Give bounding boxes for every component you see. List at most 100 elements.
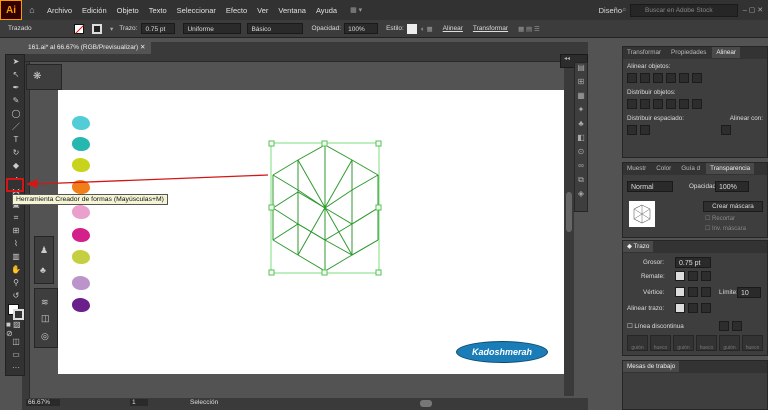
brushes-icon[interactable]: ✦ bbox=[575, 105, 587, 119]
gap-field-3[interactable]: hueco bbox=[742, 335, 763, 351]
color-blob[interactable] bbox=[72, 158, 90, 172]
miter-join-icon[interactable] bbox=[675, 287, 685, 297]
zoom-field[interactable]: 66.67% bbox=[26, 399, 60, 406]
tab-swatches[interactable]: Muestr bbox=[623, 163, 650, 174]
menu-ayuda[interactable]: Ayuda bbox=[311, 6, 342, 15]
spacing-v-icon[interactable] bbox=[627, 125, 637, 135]
dist-hcenter-icon[interactable] bbox=[679, 99, 689, 109]
stock-search-input[interactable]: Buscar en Adobe Stock bbox=[630, 3, 738, 17]
more-tools-icon[interactable]: ··· bbox=[6, 361, 26, 374]
color-blob[interactable] bbox=[72, 116, 90, 130]
square-cap-icon[interactable] bbox=[701, 271, 711, 281]
gap-field-2[interactable]: hueco bbox=[696, 335, 717, 351]
vertical-scroll-thumb[interactable] bbox=[566, 192, 572, 232]
screen-mode-icon[interactable]: ▭ bbox=[6, 348, 26, 361]
menu-seleccionar[interactable]: Seleccionar bbox=[172, 6, 221, 15]
fill-stroke-indicator[interactable] bbox=[6, 302, 26, 322]
artboard-number-field[interactable]: 1 bbox=[130, 399, 148, 406]
round-cap-icon[interactable] bbox=[688, 271, 698, 281]
pen-tool-icon[interactable]: ✒ bbox=[6, 81, 26, 94]
symbol-sprayer-icon[interactable]: ❋ bbox=[33, 71, 41, 82]
workspace-switcher[interactable]: Diseño bbox=[599, 6, 622, 15]
graphic-styles-icon[interactable]: ◧ bbox=[575, 133, 587, 147]
dash-align-icon[interactable] bbox=[732, 321, 742, 331]
stroke-weight-field[interactable]: 0.75 pt bbox=[141, 23, 176, 34]
bevel-join-icon[interactable] bbox=[701, 287, 711, 297]
brush-definition[interactable]: Básico bbox=[247, 23, 304, 34]
dash-field-3[interactable]: guión bbox=[719, 335, 740, 351]
dash-exact-icon[interactable] bbox=[719, 321, 729, 331]
color-blob[interactable] bbox=[72, 276, 90, 290]
links-icon[interactable]: ∞ bbox=[575, 161, 587, 175]
eraser-tool-icon[interactable]: ◆ bbox=[6, 159, 26, 172]
dist-bottom-icon[interactable] bbox=[653, 99, 663, 109]
align-hcenter-icon[interactable] bbox=[640, 73, 650, 83]
selection-handle[interactable] bbox=[375, 269, 382, 276]
mesh-tool-icon[interactable]: ⊞ bbox=[6, 224, 26, 237]
close-tab-icon[interactable]: ✕ bbox=[140, 44, 145, 51]
round-join-icon[interactable] bbox=[688, 287, 698, 297]
selection-tool-icon[interactable]: ➤ bbox=[6, 55, 26, 68]
transform-link[interactable]: Transformar bbox=[473, 25, 508, 32]
dist-top-icon[interactable] bbox=[627, 99, 637, 109]
stroke-dropdown-icon[interactable]: ▾ bbox=[110, 25, 113, 33]
menu-ventana[interactable]: Ventana bbox=[273, 6, 311, 15]
selection-handle[interactable] bbox=[375, 140, 382, 147]
swirl-icon[interactable]: ◎ bbox=[41, 331, 49, 342]
control-options-icon[interactable]: ▦ ▤ ☰ bbox=[518, 25, 540, 33]
stroke-inside-icon[interactable] bbox=[688, 303, 698, 313]
style-swatch[interactable] bbox=[406, 23, 417, 34]
gradient-mesh-icon[interactable]: ◫ bbox=[41, 313, 50, 324]
tab-transparency[interactable]: Transparencia bbox=[706, 163, 755, 174]
tab-stroke[interactable]: ◆ Trazo bbox=[623, 241, 654, 252]
invert-mask-checkbox[interactable]: ☐ Inv. máscara bbox=[705, 225, 746, 232]
tab-transform[interactable]: Transformar bbox=[623, 47, 665, 58]
clip-checkbox[interactable]: ☐ Recortar bbox=[705, 215, 735, 222]
stroke-outside-icon[interactable] bbox=[701, 303, 711, 313]
stroke-weight-input[interactable]: 0.75 pt bbox=[675, 257, 711, 268]
stroke-swatch[interactable] bbox=[92, 23, 102, 34]
document-tab[interactable]: 161.ai* al 66.67% (RGB/Previsualizar) ✕ bbox=[22, 42, 152, 54]
perspective-grid-tool-icon[interactable]: ⌗ bbox=[6, 211, 26, 224]
color-blob[interactable] bbox=[72, 250, 90, 264]
swatches-icon[interactable]: ▦ bbox=[575, 91, 587, 105]
properties-icon[interactable]: ▤ bbox=[575, 63, 587, 77]
tab-properties[interactable]: Propiedades bbox=[667, 47, 710, 58]
recolor-icon[interactable]: ◐ ▦ bbox=[421, 25, 433, 33]
libraries-icon[interactable]: ⊞ bbox=[575, 77, 587, 91]
stroke-indicator[interactable] bbox=[13, 309, 24, 320]
dock-expand-icon[interactable]: ◂◂ bbox=[564, 56, 570, 62]
transparency-opacity-field[interactable]: 100% bbox=[715, 181, 749, 192]
dash-field-1[interactable]: guión bbox=[627, 335, 648, 351]
color-blob[interactable] bbox=[72, 298, 90, 312]
menu-objeto[interactable]: Objeto bbox=[112, 6, 144, 15]
selection-handle[interactable] bbox=[268, 204, 275, 211]
gap-field-1[interactable]: hueco bbox=[650, 335, 671, 351]
stroke-center-icon[interactable] bbox=[675, 303, 685, 313]
paintbrush-tool-icon[interactable]: ／ bbox=[6, 120, 26, 133]
align-bottom-icon[interactable] bbox=[692, 73, 702, 83]
align-vcenter-icon[interactable] bbox=[679, 73, 689, 83]
hand-tool-icon[interactable]: ✋ bbox=[6, 263, 26, 276]
ellipse-tool-icon[interactable]: ◯ bbox=[6, 107, 26, 120]
blend-mode-select[interactable]: Normal bbox=[627, 181, 673, 192]
swap-colors-icon[interactable]: ↺ bbox=[6, 289, 26, 302]
fill-swatch[interactable] bbox=[74, 23, 84, 34]
dashed-line-checkbox[interactable]: ☐ Línea discontinua bbox=[627, 323, 684, 330]
selection-handle[interactable] bbox=[321, 140, 328, 147]
stack-icon[interactable]: ≋ bbox=[41, 297, 49, 308]
zoom-tool-icon[interactable]: ⚲ bbox=[6, 276, 26, 289]
eyedropper-tool-icon[interactable]: ⌇ bbox=[6, 237, 26, 250]
align-left-icon[interactable] bbox=[627, 73, 637, 83]
variable-width-profile[interactable]: Uniforme bbox=[183, 23, 242, 34]
color-mode-icons[interactable]: ■ ▨ ⊘ bbox=[6, 320, 26, 338]
symbols-icon[interactable]: ♣ bbox=[575, 119, 587, 133]
tab-color-guide[interactable]: Guía d bbox=[677, 163, 704, 174]
color-blob[interactable] bbox=[72, 205, 90, 219]
selection-handle[interactable] bbox=[321, 269, 328, 276]
graph-tool-icon[interactable]: ▥ bbox=[6, 250, 26, 263]
selection-handle[interactable] bbox=[375, 204, 382, 211]
spacing-h-icon[interactable] bbox=[640, 125, 650, 135]
dist-right-icon[interactable] bbox=[692, 99, 702, 109]
opacity-field[interactable]: 100% bbox=[344, 23, 379, 34]
